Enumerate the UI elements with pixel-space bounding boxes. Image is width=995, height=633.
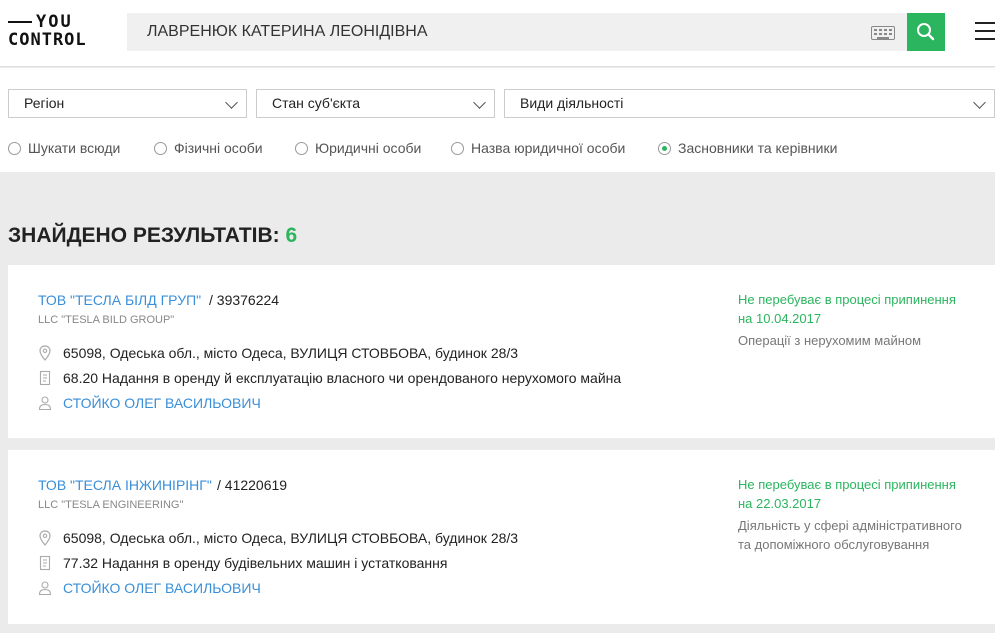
radio-circle-selected — [658, 142, 671, 155]
status-line: Не перебуває в процесі припинення — [738, 477, 956, 492]
status-text: Не перебуває в процесі припинення на 22.… — [738, 475, 988, 513]
radio-label: Фізичні особи — [174, 140, 263, 156]
activity-line: Операції з нерухомим майном — [738, 333, 922, 348]
kved-text: 77.32 Надання в оренду будівельних машин… — [63, 555, 448, 571]
result-card: ТОВ "ТЕСЛА БІЛД ГРУП" / 39376224 LLC "TE… — [8, 265, 995, 438]
results-count: 6 — [285, 224, 298, 247]
address-text: 65098, Одеська обл., місто Одеса, ВУЛИЦЯ… — [63, 345, 519, 361]
kved-text: 68.20 Надання в оренду й експлуатацію вл… — [63, 370, 622, 386]
search-input[interactable] — [127, 13, 857, 51]
radio-circle — [451, 142, 464, 155]
results-label: ЗНАЙДЕНО РЕЗУЛЬТАТІВ: — [8, 224, 280, 247]
radio-circle — [154, 142, 167, 155]
radio-label: Юридичні особи — [315, 140, 422, 156]
menu-icon[interactable] — [975, 22, 995, 42]
region-select-label: Регіон — [24, 95, 65, 111]
person-link[interactable]: СТОЙКО ОЛЕГ ВАСИЛЬОВИЧ — [63, 580, 261, 596]
company-latin-name: LLC "TESLA ENGINEERING" — [38, 499, 184, 511]
activity-line: та допоміжного обслуговування — [738, 537, 930, 552]
status-date: на 10.04.2017 — [738, 311, 822, 326]
result-card: ТОВ "ТЕСЛА ІНЖИНІРІНГ" / 41220619 LLC "T… — [8, 450, 995, 624]
radio-label: Назва юридичної особи — [471, 140, 626, 156]
activity-line: Діяльність у сфері адміністративного — [738, 518, 962, 533]
company-code: / 39376224 — [209, 292, 280, 308]
state-select[interactable]: Стан суб'єкта — [256, 89, 495, 118]
company-name-link[interactable]: ТОВ "ТЕСЛА БІЛД ГРУП" — [38, 292, 201, 308]
user-icon — [38, 581, 52, 596]
region-select[interactable]: Регіон — [8, 89, 247, 118]
person-link[interactable]: СТОЙКО ОЛЕГ ВАСИЛЬОВИЧ — [63, 395, 261, 411]
user-icon — [38, 396, 52, 411]
state-select-label: Стан суб'єкта — [272, 95, 361, 111]
top-bar: YOU CONTROL — [0, 0, 995, 67]
company-code: / 41220619 — [217, 477, 288, 493]
logo-dash — [8, 21, 32, 23]
filters-panel: Регіон Стан суб'єкта Види діяльності Шук… — [0, 68, 995, 172]
youcontrol-logo[interactable]: YOU CONTROL — [8, 12, 108, 52]
logo-line2: CONTROL — [8, 30, 87, 50]
radio-circle — [295, 142, 308, 155]
location-pin-icon — [39, 345, 51, 361]
document-icon — [39, 370, 51, 386]
activity-select[interactable]: Види діяльності — [504, 89, 995, 118]
keyboard-icon[interactable] — [871, 26, 895, 40]
search-icon — [917, 23, 935, 41]
status-text: Не перебуває в процесі припинення на 10.… — [738, 290, 988, 328]
results-heading: ЗНАЙДЕНО РЕЗУЛЬТАТІВ: 6 — [8, 224, 297, 248]
chevron-down-icon — [973, 96, 986, 109]
chevron-down-icon — [473, 96, 486, 109]
activity-text: Діяльність у сфері адміністративного та … — [738, 516, 988, 554]
address-text: 65098, Одеська обл., місто Одеса, ВУЛИЦЯ… — [63, 530, 519, 546]
logo-line1: YOU — [36, 12, 73, 32]
company-name-link[interactable]: ТОВ "ТЕСЛА ІНЖИНІРІНГ" — [38, 477, 212, 493]
status-date: на 22.03.2017 — [738, 496, 822, 511]
document-icon — [39, 555, 51, 571]
activity-text: Операції з нерухомим майном — [738, 331, 988, 350]
company-latin-name: LLC "TESLA BILD GROUP" — [38, 314, 175, 326]
radio-label: Шукати всюди — [28, 140, 121, 156]
search-button[interactable] — [907, 13, 945, 51]
search-bar — [127, 13, 945, 51]
activity-select-label: Види діяльності — [520, 95, 624, 111]
status-line: Не перебуває в процесі припинення — [738, 292, 956, 307]
radio-circle — [8, 142, 21, 155]
location-pin-icon — [39, 530, 51, 546]
chevron-down-icon — [225, 96, 238, 109]
radio-label: Засновники та керівники — [678, 140, 838, 156]
